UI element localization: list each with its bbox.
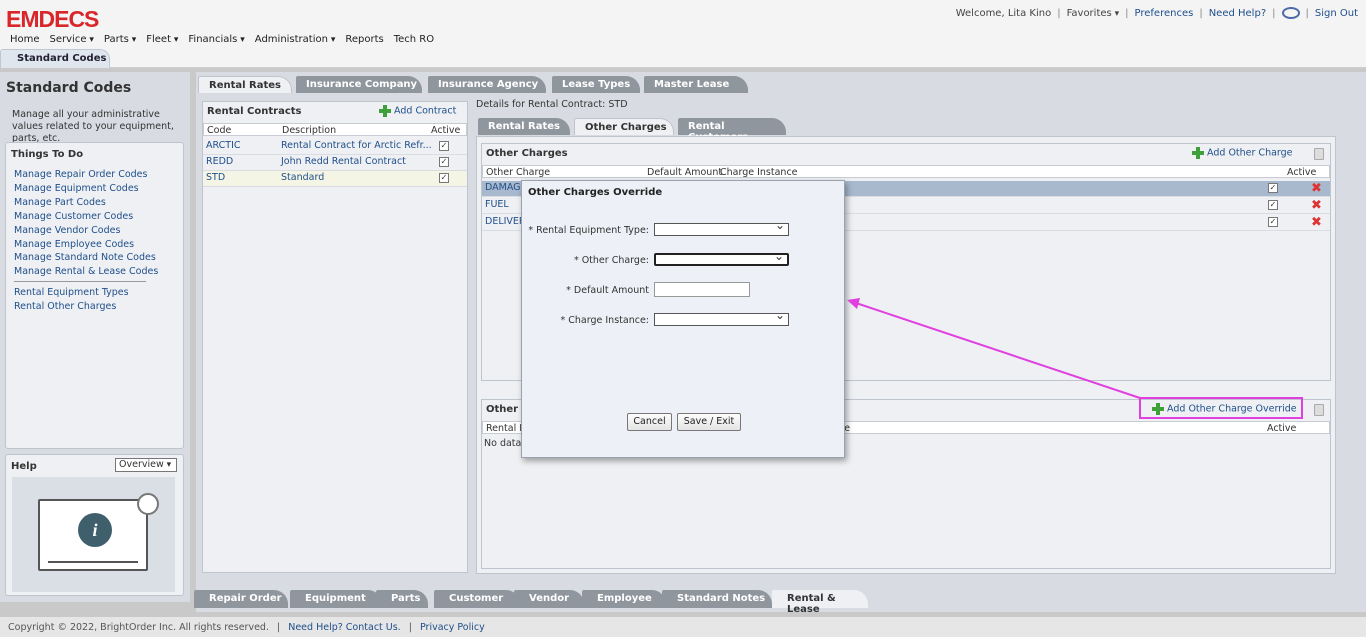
annotation-arrow-icon <box>847 298 1141 399</box>
